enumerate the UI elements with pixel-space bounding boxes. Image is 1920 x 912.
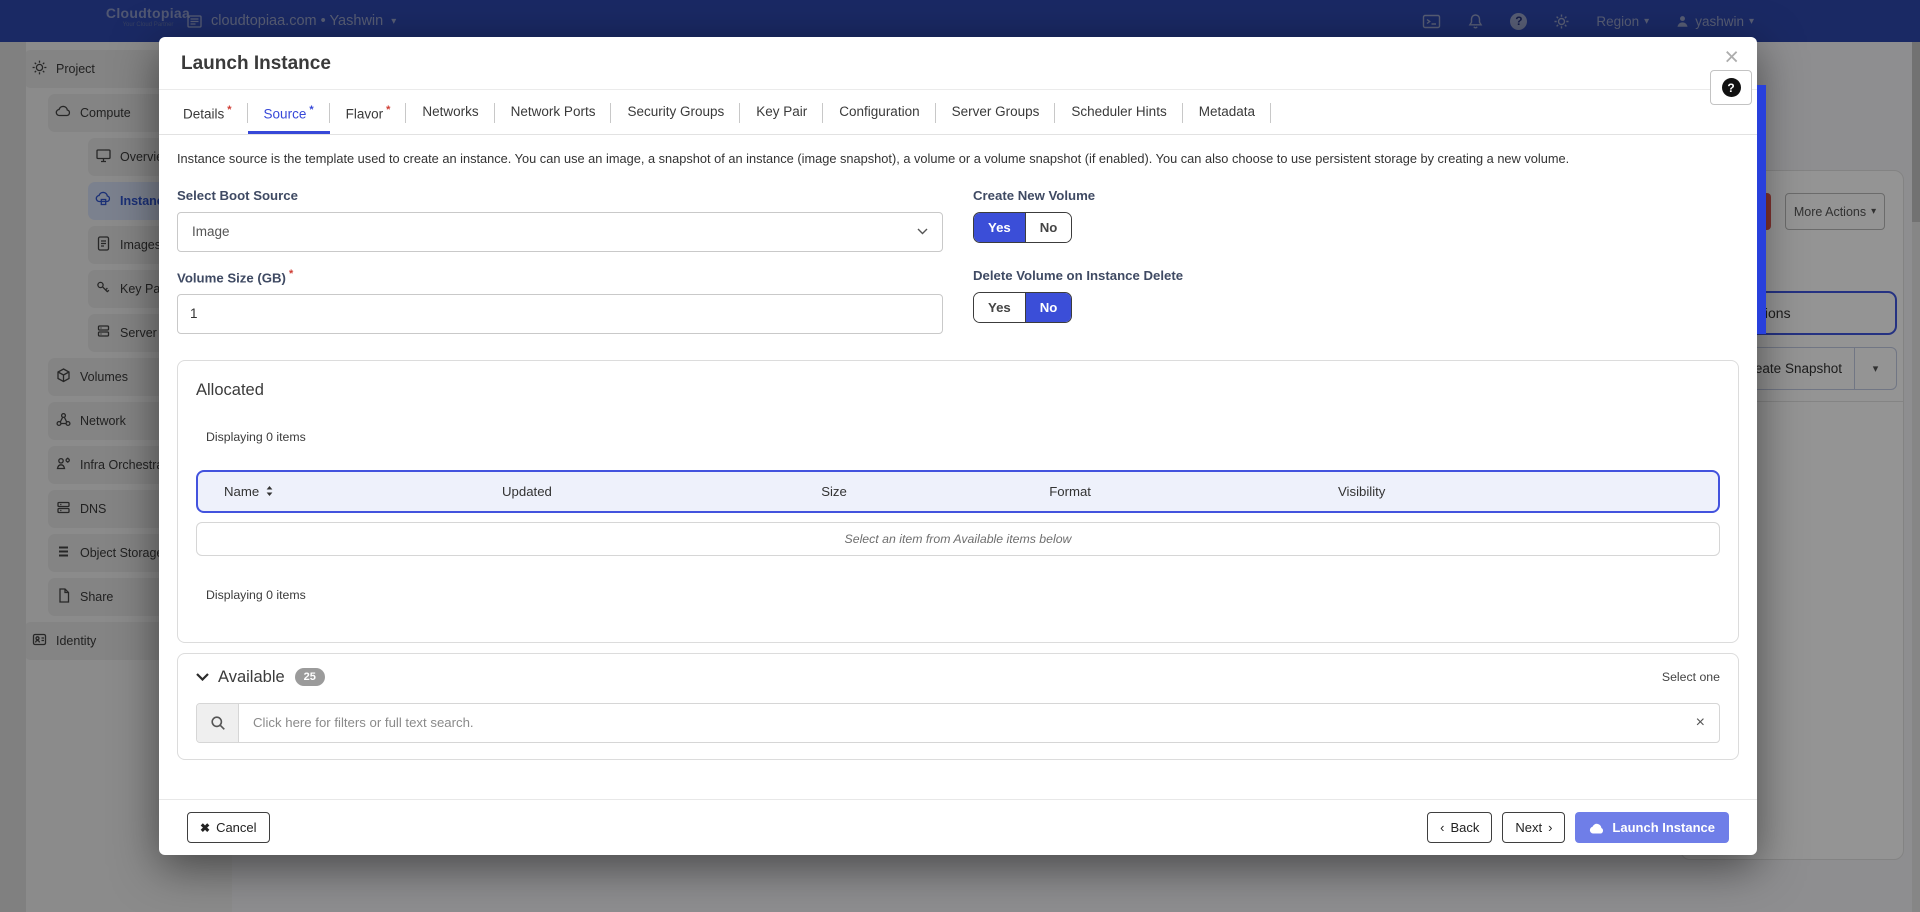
tab-flavor[interactable]: Flavor *	[330, 90, 407, 134]
source-description: Instance source is the template used to …	[177, 150, 1570, 166]
collapse-chevron-icon[interactable]	[196, 673, 209, 682]
boot-source-value: Image	[192, 224, 230, 239]
create-volume-yes-button[interactable]: Yes	[974, 212, 1025, 242]
cancel-label: Cancel	[216, 820, 257, 835]
delete-volume-yes-button[interactable]: Yes	[974, 292, 1025, 322]
launch-instance-modal: Launch Instance × ? Details * Source * Fla…	[159, 37, 1766, 855]
required-asterisk: *	[386, 104, 391, 116]
boot-source-select[interactable]: Image	[177, 211, 943, 252]
volume-size-field: Volume Size (GB) *	[177, 258, 943, 334]
available-search-bar: ×	[196, 702, 1720, 743]
required-asterisk: *	[288, 267, 294, 280]
available-count-badge: 25	[294, 668, 325, 687]
tab-label: Metadata	[1198, 104, 1255, 119]
wizard-help-button[interactable]: ?	[1710, 70, 1752, 105]
clear-search-icon[interactable]: ×	[1682, 714, 1719, 732]
chevron-left-icon: ‹	[1440, 820, 1445, 835]
create-volume-toggle: Yes No	[973, 211, 1073, 243]
tab-scheduler-hints[interactable]: Scheduler Hints	[1055, 90, 1184, 134]
sort-icon	[266, 486, 273, 497]
allocated-empty-row: Select an item from Available items belo…	[196, 521, 1720, 556]
filter-search-input[interactable]	[239, 715, 1682, 731]
create-volume-label: Create New Volume	[973, 187, 1096, 203]
page: Cloudtopiaa Your Cloud Partner cloudtopi…	[0, 0, 1920, 912]
tab-details[interactable]: Details *	[167, 90, 248, 134]
launch-instance-button[interactable]: Launch Instance	[1575, 812, 1729, 843]
back-button[interactable]: ‹ Back	[1427, 812, 1493, 843]
tab-label: Server Groups	[951, 104, 1040, 119]
required-asterisk: *	[309, 104, 314, 116]
launch-label: Launch Instance	[1612, 820, 1715, 835]
volume-size-input[interactable]	[177, 293, 943, 334]
column-header-size[interactable]: Size	[821, 484, 1049, 499]
next-button[interactable]: Next ›	[1502, 812, 1566, 843]
tab-label: Key Pair	[756, 104, 808, 119]
cancel-button[interactable]: ✖ Cancel	[187, 812, 270, 843]
chevron-down-icon	[917, 228, 928, 235]
tab-source[interactable]: Source *	[248, 90, 330, 134]
modal-header: Launch Instance ×	[159, 37, 1757, 90]
tab-network-ports[interactable]: Network Ports	[495, 90, 612, 134]
tab-security-groups[interactable]: Security Groups	[611, 90, 741, 134]
source-form: Select Boot Source Image Create New Volu…	[177, 178, 1739, 334]
create-volume-field: Create New Volume Yes No	[973, 178, 1739, 252]
tab-label: Configuration	[839, 104, 920, 119]
column-label: Format	[1049, 483, 1091, 499]
tab-networks[interactable]: Networks	[406, 90, 495, 134]
tab-metadata[interactable]: Metadata	[1183, 90, 1272, 134]
modal-scrollbar-thumb[interactable]	[1757, 85, 1766, 334]
volume-size-label-text: Volume Size (GB)	[177, 269, 286, 285]
x-icon: ✖	[200, 820, 211, 835]
modal-title: Launch Instance	[181, 53, 331, 74]
column-label: Size	[821, 483, 847, 499]
boot-source-field: Select Boot Source Image	[177, 178, 943, 252]
column-label: Updated	[502, 483, 552, 499]
close-icon[interactable]: ×	[1724, 45, 1739, 70]
next-label: Next	[1515, 820, 1543, 835]
back-label: Back	[1450, 820, 1480, 835]
allocated-count: Displaying 0 items	[206, 429, 306, 444]
tab-label: Scheduler Hints	[1071, 104, 1167, 119]
column-label: Name	[224, 483, 260, 499]
allocated-panel: Allocated Displaying 0 items Name Update…	[177, 359, 1739, 643]
tab-server-groups[interactable]: Server Groups	[936, 90, 1056, 134]
modal-footer: ✖ Cancel ‹ Back Next › Launch Instance	[159, 799, 1757, 855]
search-icon	[197, 703, 239, 742]
tab-configuration[interactable]: Configuration	[823, 90, 936, 134]
delete-volume-field: Delete Volume on Instance Delete Yes No	[973, 258, 1739, 334]
modal-body: Instance source is the template used to …	[159, 135, 1757, 800]
allocated-table-header: Name Updated Size Format Visibility	[196, 469, 1720, 513]
available-panel: Available 25 Select one ×	[177, 652, 1739, 760]
cloud-upload-icon	[1590, 823, 1604, 833]
chevron-right-icon: ›	[1548, 820, 1553, 835]
create-volume-no-button[interactable]: No	[1024, 212, 1072, 242]
volume-size-label: Volume Size (GB) *	[177, 268, 943, 285]
tab-label: Network Ports	[510, 104, 596, 119]
question-mark-icon: ?	[1721, 78, 1741, 97]
required-asterisk: *	[227, 104, 232, 116]
tab-label: Networks	[422, 104, 479, 119]
delete-volume-toggle: Yes No	[973, 291, 1073, 323]
allocated-title: Allocated	[196, 380, 264, 399]
delete-volume-label: Delete Volume on Instance Delete	[973, 267, 1184, 283]
allocated-count-bottom: Displaying 0 items	[206, 587, 306, 602]
wizard-tabs: Details * Source * Flavor * Networks Networ…	[159, 90, 1757, 135]
select-one-hint: Select one	[1661, 670, 1720, 685]
delete-volume-no-button[interactable]: No	[1024, 292, 1072, 322]
column-header-updated[interactable]: Updated	[502, 484, 821, 499]
column-header-name[interactable]: Name	[198, 484, 502, 499]
tab-key-pair[interactable]: Key Pair	[740, 90, 824, 134]
tab-label: Security Groups	[627, 104, 725, 119]
boot-source-label: Select Boot Source	[177, 187, 298, 203]
tab-label: Source	[263, 106, 307, 122]
available-title: Available	[218, 667, 285, 686]
available-header: Available 25 Select one	[196, 668, 1720, 687]
column-header-visibility[interactable]: Visibility	[1338, 484, 1718, 499]
tab-label: Details	[183, 106, 225, 122]
column-header-format[interactable]: Format	[1049, 484, 1338, 499]
column-label: Visibility	[1337, 483, 1386, 499]
tab-label: Flavor	[345, 106, 384, 122]
